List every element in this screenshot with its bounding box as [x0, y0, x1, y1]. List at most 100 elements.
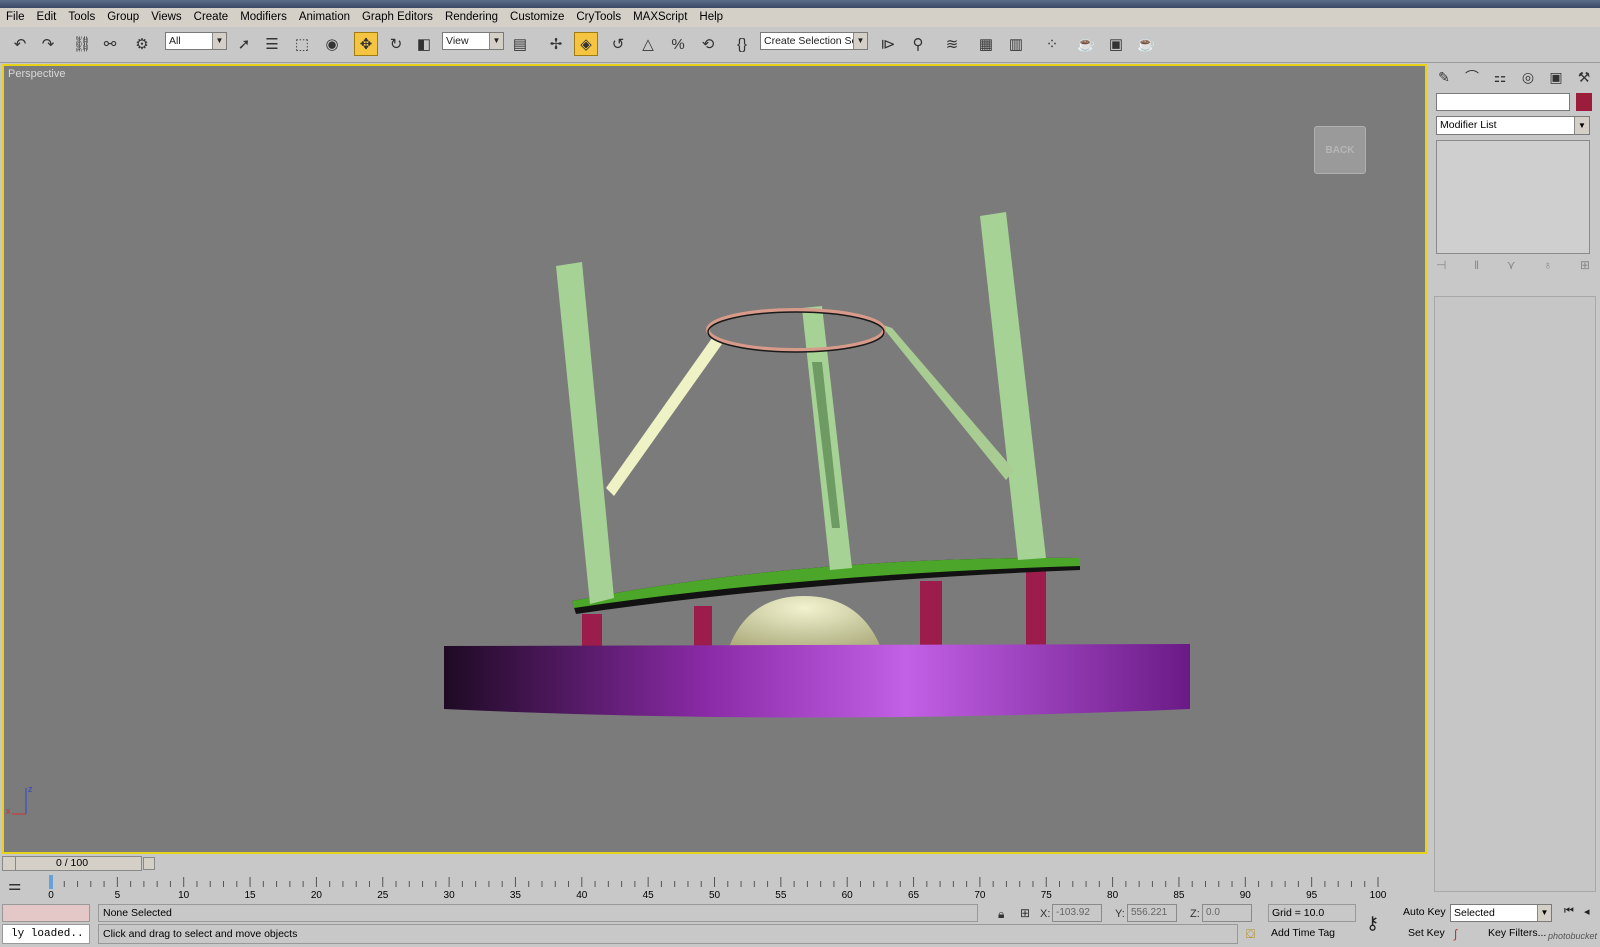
reference-coordinate-dropdown[interactable]: View ▼ [442, 32, 504, 50]
time-slider-next[interactable] [143, 857, 155, 870]
unlink-icon[interactable]: ⚯ [98, 32, 122, 56]
menu-graph-editors[interactable]: Graph Editors [356, 8, 439, 27]
frame-tick-label: 30 [444, 890, 456, 901]
material-editor-icon[interactable]: ⁘ [1040, 32, 1064, 56]
window-crossing-icon[interactable]: ◉ [320, 32, 344, 56]
maxscript-listener[interactable]: ly loaded.. [2, 924, 90, 944]
named-selection-set-dropdown[interactable]: Create Selection Set ▼ [760, 32, 868, 50]
time-slider[interactable]: 0 / 100 [2, 856, 155, 871]
modifier-list-dropdown[interactable]: Modifier List ▼ [1436, 116, 1590, 135]
key-filters-button[interactable]: Key Filters... [1488, 927, 1546, 939]
spinner-snap-icon[interactable]: ⟲ [696, 32, 720, 56]
make-unique-icon[interactable]: ⋎ [1507, 258, 1516, 278]
select-and-rotate-icon[interactable]: ↻ [384, 32, 408, 56]
display-tab-icon[interactable]: ▣ [1544, 66, 1568, 88]
rectangular-selection-icon[interactable]: ⬚ [290, 32, 314, 56]
menu-maxscript[interactable]: MAXScript [627, 8, 693, 27]
previous-frame-icon[interactable]: ◂ [1584, 905, 1590, 918]
base-cylinder [444, 644, 1190, 718]
menu-help[interactable]: Help [693, 8, 729, 27]
menu-views[interactable]: Views [145, 8, 187, 27]
menu-edit[interactable]: Edit [31, 8, 63, 27]
select-and-scale-icon[interactable]: ◧ [412, 32, 436, 56]
select-by-name-icon[interactable]: ☰ [260, 32, 284, 56]
select-object-icon[interactable]: ➚ [232, 32, 256, 56]
menu-file[interactable]: File [0, 8, 31, 27]
angle-snap-icon[interactable]: △ [636, 32, 660, 56]
motion-tab-icon[interactable]: ◎ [1516, 66, 1540, 88]
layer-manager-icon[interactable]: ≋ [940, 32, 964, 56]
named-selection-set-value: Create Selection Set [764, 35, 861, 47]
menu-animation[interactable]: Animation [293, 8, 356, 27]
menu-customize[interactable]: Customize [504, 8, 570, 27]
grid-readout: Grid = 10.0 [1268, 904, 1356, 922]
frame-tick-label: 65 [908, 890, 920, 901]
remove-modifier-icon[interactable]: ♁ [1543, 258, 1552, 278]
render-setup-icon[interactable]: ☕ [1074, 32, 1098, 56]
manipulate-icon[interactable]: ✢ [544, 32, 568, 56]
object-name-field[interactable] [1436, 93, 1570, 111]
pillar-left [556, 262, 614, 604]
quick-render-icon[interactable]: ☕ [1134, 32, 1158, 56]
axis-z-label: z [28, 784, 33, 794]
lock-icon[interactable]: 🔒︎ [998, 907, 1004, 922]
set-key-icon[interactable]: ⚷ [1366, 913, 1379, 934]
track-bar[interactable]: ⚌ 0 5 10 15 20 25 30 35 40 45 50 55 60 65 70 75 80 85 90 95… [0, 873, 1400, 901]
select-and-move-icon[interactable]: ✥ [354, 32, 378, 56]
watermark: photobucket [1548, 931, 1598, 941]
pin-stack-icon[interactable]: ⊣ [1436, 258, 1446, 278]
frame-tick-label: 60 [842, 890, 854, 901]
auto-key-button[interactable]: Auto Key [1403, 906, 1446, 918]
curve-editor-icon[interactable]: ▦ [974, 32, 998, 56]
absolute-mode-icon[interactable]: ⊞ [1020, 906, 1030, 920]
key-selection-dropdown[interactable]: Selected ▼ [1450, 904, 1552, 922]
configure-modifier-sets-icon[interactable]: ⊞ [1580, 258, 1590, 278]
create-tab-icon[interactable]: ✎ [1432, 66, 1456, 88]
time-slider-prev[interactable] [3, 857, 16, 870]
frame-tick-label: 0 [48, 890, 54, 901]
selection-filter-dropdown[interactable]: All ▼ [165, 32, 227, 50]
menu-crytools[interactable]: CryTools [570, 8, 627, 27]
key-mode-icon[interactable]: ∫ [1454, 927, 1457, 941]
maxscript-listener-top[interactable] [2, 904, 90, 922]
schematic-view-icon[interactable]: ▥ [1004, 32, 1028, 56]
perspective-viewport[interactable]: Perspective BACK z x [2, 64, 1427, 854]
undo-icon[interactable]: ↶ [8, 32, 32, 56]
align-icon[interactable]: ⚲ [906, 32, 930, 56]
go-to-start-icon[interactable]: ⏮ [1564, 905, 1574, 918]
menu-tools[interactable]: Tools [62, 8, 101, 27]
menu-rendering[interactable]: Rendering [439, 8, 504, 27]
object-color-swatch[interactable] [1576, 93, 1592, 111]
add-time-tag[interactable]: Add Time Tag [1268, 924, 1359, 944]
z-coordinate-field[interactable]: 0.0 [1202, 904, 1252, 922]
current-frame-marker[interactable] [49, 875, 53, 889]
key-selection-value: Selected [1454, 907, 1495, 919]
frame-tick-label: 100 [1370, 890, 1387, 901]
utilities-tab-icon[interactable]: ⚒ [1572, 66, 1596, 88]
redo-icon[interactable]: ↷ [36, 32, 60, 56]
x-coordinate-field[interactable]: -103.92 [1052, 904, 1102, 922]
set-key-button[interactable]: Set Key [1408, 927, 1445, 939]
percent-snap-icon[interactable]: % [666, 32, 690, 56]
frame-tick-label: 40 [576, 890, 588, 901]
bind-space-warp-icon[interactable]: ⚙ [130, 32, 154, 56]
snaps-toggle-icon[interactable]: ↺ [606, 32, 630, 56]
modify-tab-icon[interactable]: ⌒ [1460, 66, 1484, 88]
menu-modifiers[interactable]: Modifiers [234, 8, 293, 27]
menu-group[interactable]: Group [101, 8, 145, 27]
keyboard-shortcut-override-icon[interactable]: ◈ [574, 32, 598, 56]
y-coordinate-field[interactable]: 556.221 [1127, 904, 1177, 922]
frame-tick-label: 95 [1306, 890, 1318, 901]
show-end-result-icon[interactable]: ‖ [1474, 258, 1479, 278]
menu-create[interactable]: Create [188, 8, 235, 27]
rendered-frame-window-icon[interactable]: ▣ [1104, 32, 1128, 56]
pivot-center-icon[interactable]: ▤ [508, 32, 532, 56]
stack-buttons: ⊣ ‖ ⋎ ♁ ⊞ [1436, 258, 1590, 278]
edit-named-selection-icon[interactable]: {} [730, 32, 754, 56]
mirror-icon[interactable]: ⧐ [876, 32, 900, 56]
time-tag-icon[interactable]: ⛋ [1246, 927, 1255, 942]
modifier-stack[interactable] [1436, 140, 1590, 254]
hierarchy-tab-icon[interactable]: ⚏ [1488, 66, 1512, 88]
select-link-icon[interactable]: ⛓ [70, 32, 94, 56]
time-slider-text: 0 / 100 [55, 857, 89, 869]
